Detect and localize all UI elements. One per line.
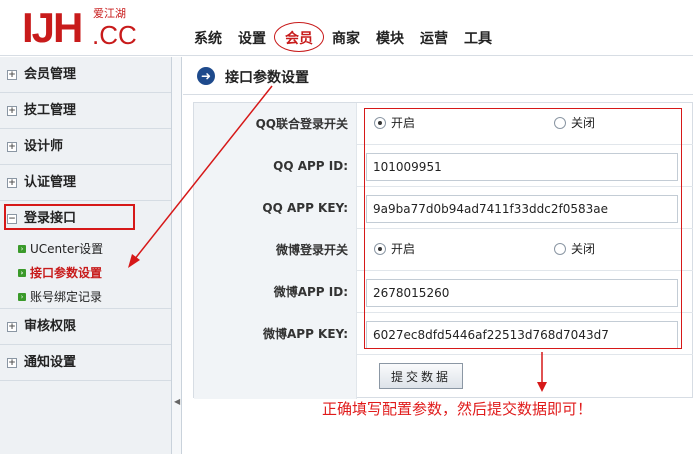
arrow-to-sidebar bbox=[133, 85, 273, 261]
app-root: IJH 爱江湖 .CC 系统 设置 会员 商家 模块 运营 工具 + 会员管理 … bbox=[0, 0, 693, 454]
arrow-head-form bbox=[537, 382, 547, 392]
annotation-arrows bbox=[128, 85, 547, 392]
arrow-head-sidebar bbox=[128, 254, 140, 268]
annotation-text: 正确填写配置参数，然后提交数据即可！ bbox=[322, 400, 593, 418]
